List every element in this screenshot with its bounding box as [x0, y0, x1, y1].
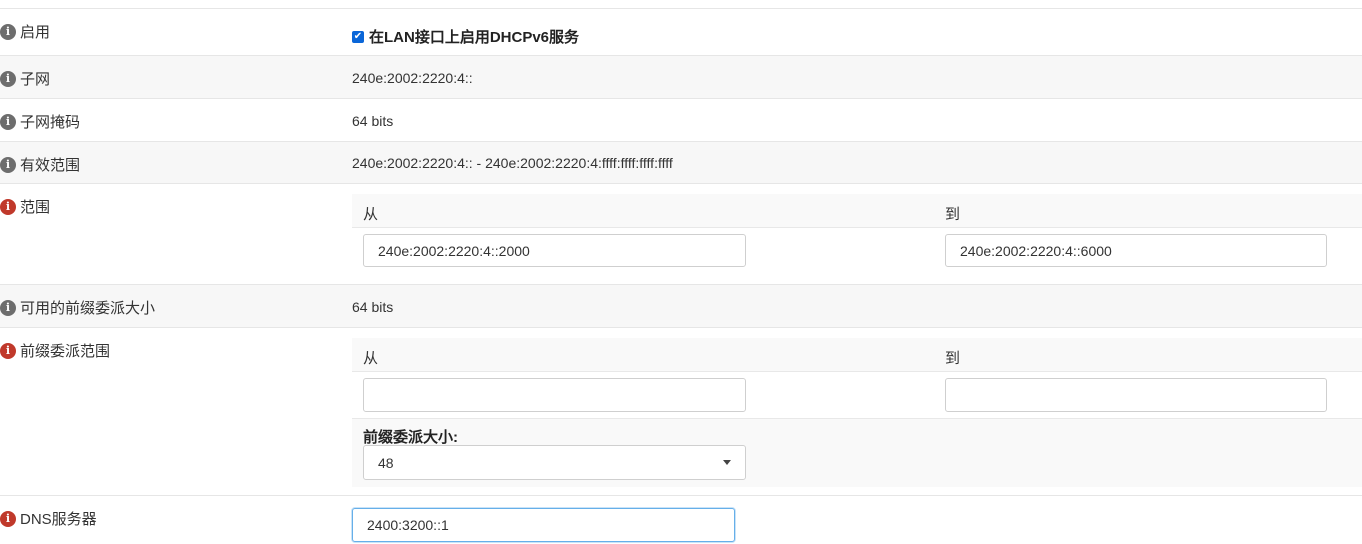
- chevron-down-icon: [723, 460, 731, 465]
- prefix-range-to-input[interactable]: [945, 378, 1327, 412]
- range-to-input[interactable]: 240e:2002:2220:4::6000: [945, 234, 1327, 267]
- prefix-size-select-value: 48: [378, 454, 394, 471]
- valid-range-label: 有效范围: [20, 157, 81, 174]
- dns-server-input[interactable]: 2400:3200::1: [352, 508, 735, 542]
- info-icon[interactable]: i: [0, 342, 16, 359]
- subnet-mask-label: 子网掩码: [20, 114, 81, 131]
- enable-label-wrap: i 启用: [0, 21, 50, 42]
- subnet-label: 子网: [20, 71, 51, 88]
- prefix-size-available-label-wrap: i 可用的前缀委派大小: [0, 297, 155, 318]
- dns-label-wrap: i DNS服务器: [0, 508, 97, 529]
- row-prefix-size-available: i 可用的前缀委派大小 64 bits: [0, 284, 1362, 328]
- info-icon[interactable]: i: [0, 299, 16, 316]
- row-subnet: i 子网 240e:2002:2220:4::: [0, 55, 1362, 99]
- prefix-size-available-value: 64 bits: [352, 299, 394, 315]
- prefix-range-label-wrap: i 前缀委派范围: [0, 340, 110, 361]
- info-icon[interactable]: i: [0, 113, 16, 130]
- range-from-input[interactable]: 240e:2002:2220:4::2000: [363, 234, 746, 267]
- row-dns: i DNS服务器 2400:3200::1: [0, 495, 1362, 544]
- range-subtable: 从 到 240e:2002:2220:4::2000 240e:2002:222…: [352, 194, 1362, 284]
- subnet-mask-value: 64 bits: [352, 113, 394, 129]
- prefix-range-to-header: 到: [945, 350, 961, 367]
- valid-range-value: 240e:2002:2220:4:: - 240e:2002:2220:4:ff…: [352, 155, 673, 171]
- enable-label: 启用: [20, 24, 51, 41]
- range-label-wrap: i 范围: [0, 196, 50, 217]
- enable-checkbox-wrap[interactable]: ✔ 在LAN接口上启用DHCPv6服务: [352, 26, 579, 47]
- row-subnet-mask: i 子网掩码 64 bits: [0, 98, 1362, 142]
- range-subtable-header: 从 到: [352, 194, 1362, 228]
- subnet-mask-label-wrap: i 子网掩码: [0, 111, 80, 132]
- prefix-size-available-label: 可用的前缀委派大小: [20, 300, 156, 317]
- subnet-label-wrap: i 子网: [0, 68, 50, 89]
- row-range: i 范围 从 到 240e:2002:2220:4::2000 240e:200…: [0, 183, 1362, 285]
- info-icon[interactable]: i: [0, 156, 16, 173]
- prefix-size-section: 前缀委派大小: 48: [352, 418, 1362, 487]
- row-enable: i 启用 ✔ 在LAN接口上启用DHCPv6服务: [0, 8, 1362, 56]
- row-prefix-range: i 前缀委派范围 从 到 前缀委派大小: 48: [0, 327, 1362, 496]
- valid-range-label-wrap: i 有效范围: [0, 154, 80, 175]
- range-to-header: 到: [945, 206, 961, 223]
- info-icon[interactable]: i: [0, 198, 16, 215]
- prefix-range-subtable: 从 到 前缀委派大小: 48: [352, 338, 1362, 487]
- range-label: 范围: [20, 199, 51, 216]
- prefix-size-select[interactable]: 48: [363, 445, 746, 480]
- info-icon[interactable]: i: [0, 510, 16, 527]
- dns-label: DNS服务器: [20, 511, 97, 528]
- range-from-header: 从: [363, 206, 379, 223]
- prefix-range-subtable-header: 从 到: [352, 338, 1362, 372]
- info-icon[interactable]: i: [0, 23, 16, 40]
- prefix-range-from-header: 从: [363, 350, 379, 367]
- prefix-size-label: 前缀委派大小:: [363, 429, 458, 446]
- enable-checkbox[interactable]: ✔: [352, 30, 364, 43]
- subnet-value: 240e:2002:2220:4::: [352, 70, 473, 86]
- enable-checkbox-label[interactable]: 在LAN接口上启用DHCPv6服务: [369, 26, 579, 47]
- prefix-range-from-input[interactable]: [363, 378, 746, 412]
- prefix-range-label: 前缀委派范围: [20, 343, 111, 360]
- info-icon[interactable]: i: [0, 70, 16, 87]
- row-valid-range: i 有效范围 240e:2002:2220:4:: - 240e:2002:22…: [0, 141, 1362, 184]
